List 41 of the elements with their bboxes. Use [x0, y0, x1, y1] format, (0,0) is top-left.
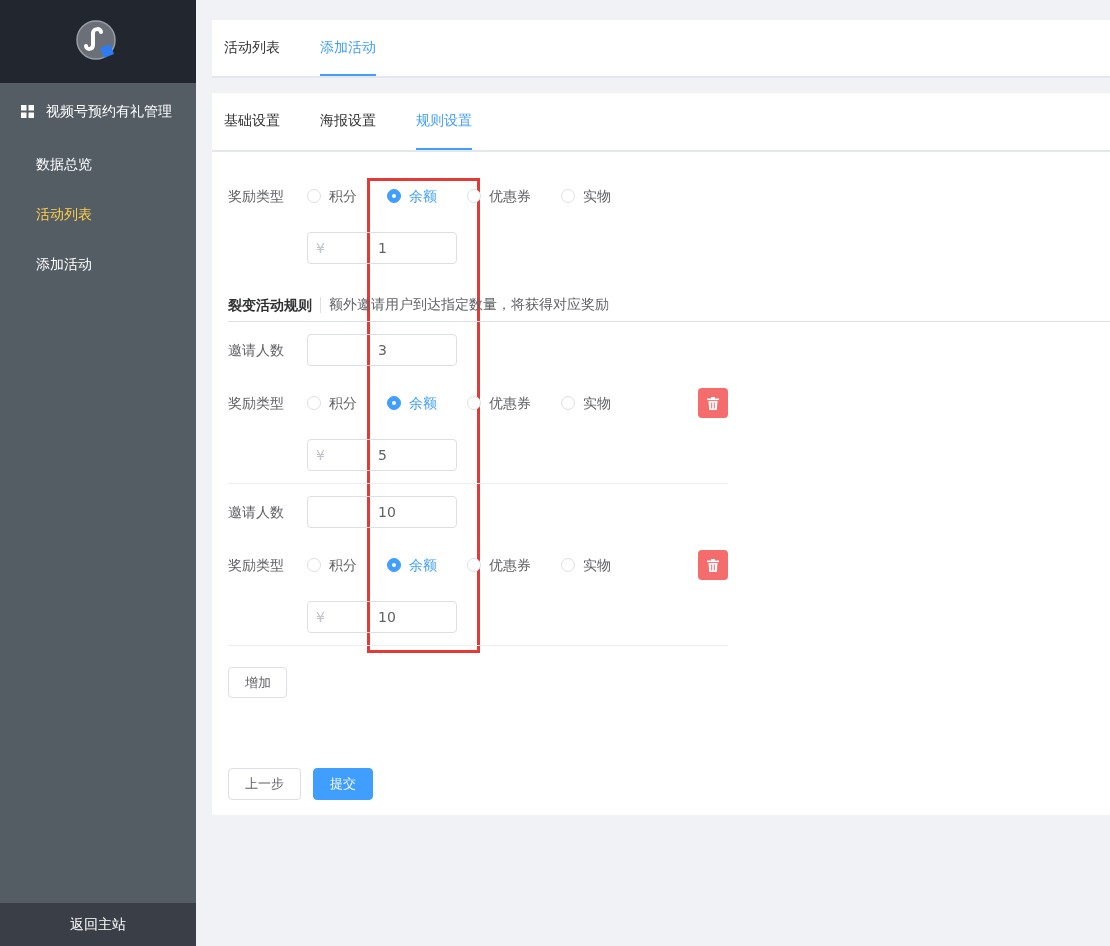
text-input[interactable]: ¥ 5: [307, 439, 457, 471]
radio-option[interactable]: 优惠券: [467, 392, 561, 414]
field-label: 奖励类型: [228, 393, 285, 413]
radio-button[interactable]: [387, 558, 401, 572]
add-button[interactable]: 增加: [228, 667, 287, 698]
tab[interactable]: 活动列表: [224, 20, 280, 76]
text-input[interactable]: ¥ 1: [307, 232, 457, 264]
radio-option[interactable]: 优惠券: [467, 185, 561, 207]
delete-button[interactable]: [698, 388, 728, 418]
sidebar-heading: 视频号预约有礼管理: [46, 101, 172, 121]
currency-prefix: ¥: [315, 607, 326, 627]
radio-option[interactable]: 实物: [561, 185, 641, 207]
text-input[interactable]: 10: [307, 496, 457, 528]
back-to-home-link[interactable]: 返回主站: [0, 903, 196, 946]
trash-icon: [707, 396, 719, 410]
grid-icon: [21, 104, 34, 118]
sidebar-item[interactable]: 数据总览: [0, 139, 196, 189]
radio-option[interactable]: 积分: [307, 392, 387, 414]
section-title: 裂变活动规则: [228, 296, 321, 313]
radio-option[interactable]: 积分: [307, 185, 387, 207]
sidebar-item[interactable]: 活动列表: [0, 189, 196, 239]
sidebar-item[interactable]: 添加活动: [0, 239, 196, 289]
radio-button[interactable]: [387, 396, 401, 410]
tab[interactable]: 基础设置: [224, 93, 280, 150]
currency-prefix: ¥: [315, 445, 326, 465]
radio-button[interactable]: [387, 189, 401, 203]
radio-option[interactable]: 实物: [561, 392, 641, 414]
field-label: 奖励类型: [228, 555, 285, 575]
radio-option[interactable]: 实物: [561, 554, 641, 576]
trash-icon: [707, 558, 719, 572]
delete-button[interactable]: [698, 550, 728, 580]
field-label: 邀请人数: [228, 502, 285, 522]
radio-option[interactable]: 积分: [307, 554, 387, 576]
field-label: 邀请人数: [228, 340, 285, 360]
currency-prefix: ¥: [315, 238, 326, 258]
tab[interactable]: 海报设置: [320, 93, 376, 150]
previous-step-button[interactable]: 上一步: [228, 768, 301, 800]
text-input[interactable]: 3: [307, 334, 457, 366]
field-label: 奖励类型: [228, 186, 285, 206]
text-input[interactable]: ¥ 10: [307, 601, 457, 633]
radio-option[interactable]: 优惠券: [467, 554, 561, 576]
